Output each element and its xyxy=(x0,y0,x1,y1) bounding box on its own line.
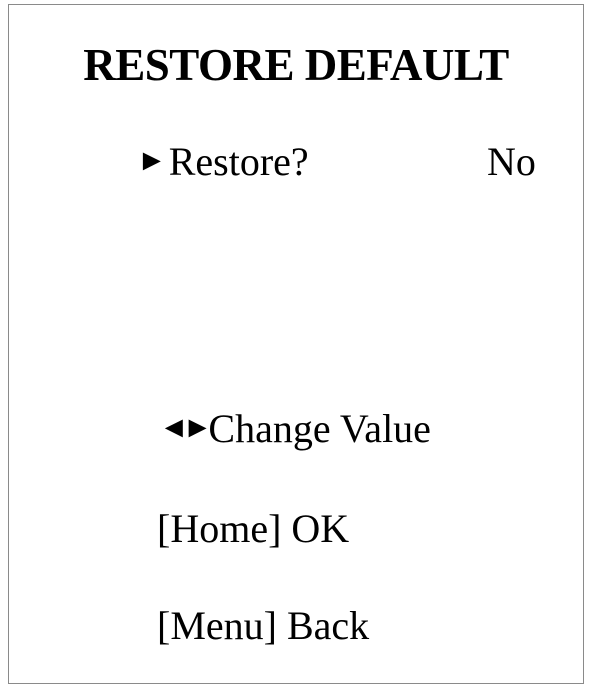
selection-pointer-icon: ► xyxy=(137,143,167,177)
menu-title: RESTORE DEFAULT xyxy=(83,40,509,90)
change-value-hint: ◄► Change Value xyxy=(159,405,431,452)
osd-menu-panel: RESTORE DEFAULT ► Restore? No ◄► Change … xyxy=(8,4,584,684)
change-value-text: Change Value xyxy=(208,406,431,451)
restore-label: Restore? xyxy=(168,139,309,184)
restore-value[interactable]: No xyxy=(487,138,536,185)
restore-menu-item[interactable]: ► Restore? xyxy=(137,138,309,185)
home-ok-hint: [Home] OK xyxy=(157,506,350,551)
menu-back-hint: [Menu] Back xyxy=(157,603,370,648)
left-right-arrows-icon: ◄► xyxy=(159,410,212,444)
